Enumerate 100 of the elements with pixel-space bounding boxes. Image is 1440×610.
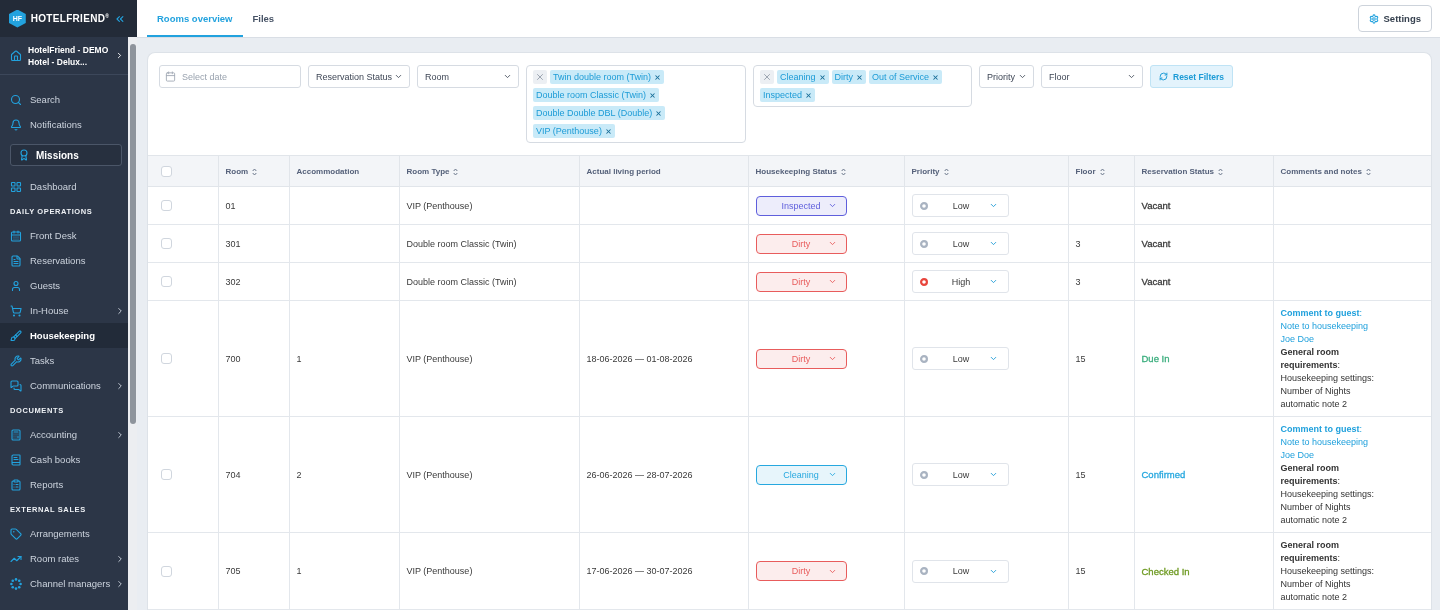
table-cell: VIP (Penthouse)	[399, 186, 579, 225]
chevron-down-icon	[827, 470, 837, 479]
column-header[interactable]: Comments and notes	[1280, 167, 1371, 176]
table-cell: 704	[218, 416, 289, 533]
chevron-right-icon	[115, 305, 125, 316]
table-cell: 15	[1068, 300, 1134, 417]
nav-item[interactable]: In-House	[0, 298, 128, 323]
note-line: Number of Nights	[1280, 578, 1352, 591]
column-header[interactable]: Housekeeping Status	[755, 167, 846, 176]
date-field[interactable]: Select date	[159, 65, 301, 88]
chevron-right-icon	[115, 380, 125, 391]
medal-icon	[18, 149, 30, 161]
remove-icon[interactable]	[805, 91, 813, 99]
nav-item[interactable]: Front Desk	[0, 223, 128, 248]
column-header: Accommodation	[296, 167, 360, 176]
priority-dropdown[interactable]: High	[911, 270, 1009, 293]
nav-item[interactable]: Reports	[0, 472, 128, 497]
tag-icon	[10, 527, 22, 540]
scrollbar-thumb[interactable]	[129, 44, 136, 424]
checkbox[interactable]	[161, 469, 172, 481]
clear-button[interactable]	[533, 70, 547, 84]
chevron-right-icon	[115, 578, 125, 589]
reservation-status: Vacant	[1141, 238, 1171, 249]
brush-icon	[10, 329, 22, 342]
close-icon	[762, 72, 772, 82]
document-icon	[10, 254, 22, 267]
table-cell: 17-06-2026 — 30-07-2026	[579, 532, 748, 610]
remove-icon[interactable]	[604, 127, 612, 135]
chevron-down-icon	[988, 277, 998, 286]
logo-text: HOTELFRIEND$^{®}$	[30, 12, 110, 25]
tab[interactable]: Files	[242, 0, 285, 37]
nav-item[interactable]: Guests	[0, 273, 128, 298]
table-cell: Double room Classic (Twin)	[399, 262, 579, 301]
nav-item[interactable]: Accounting	[0, 422, 128, 447]
sort-icon[interactable]	[252, 167, 258, 176]
column-header[interactable]: Floor	[1075, 167, 1105, 176]
tag-label: Dirty	[834, 72, 854, 82]
checkbox[interactable]	[161, 565, 172, 577]
column-header[interactable]: Room	[225, 167, 258, 176]
sort-icon[interactable]	[943, 167, 949, 176]
note-heading: Comment to guest:	[1280, 307, 1364, 320]
tag-label: VIP (Penthouse)	[536, 126, 602, 136]
priority-dropdown[interactable]: Low	[911, 194, 1009, 217]
remove-icon[interactable]	[655, 109, 663, 117]
refresh-icon	[1159, 72, 1168, 81]
priority-dropdown[interactable]: Low	[911, 463, 1009, 486]
nav-item[interactable]: Notifications	[0, 112, 128, 137]
calculator-icon	[10, 428, 22, 441]
book-icon	[10, 453, 22, 466]
sort-icon[interactable]	[453, 167, 459, 176]
column-header[interactable]: Room Type	[406, 167, 459, 176]
sort-icon[interactable]	[1217, 167, 1223, 176]
clipboard-icon	[10, 478, 22, 491]
status-dropdown[interactable]: Inspected	[755, 195, 847, 216]
remove-icon[interactable]	[649, 91, 657, 99]
note-line: Joe Doe	[1280, 333, 1316, 346]
column-header: Actual living period	[586, 167, 661, 176]
tag-label: Twin double room (Twin)	[553, 72, 652, 82]
nav-item[interactable]: Missions	[10, 144, 122, 166]
note-line: Note to housekeeping	[1280, 320, 1370, 333]
nav-item[interactable]: Cash books	[0, 447, 128, 472]
nav-item[interactable]: Housekeeping	[0, 323, 128, 348]
nav-item[interactable]: Room rates	[0, 546, 128, 571]
checkbox[interactable]	[161, 165, 172, 177]
table-cell: 15	[1068, 532, 1134, 610]
column-header[interactable]: Reservation Status	[1141, 167, 1223, 176]
chevron-down-icon	[988, 354, 998, 363]
priority-dropdown[interactable]: Low	[911, 347, 1009, 370]
sort-icon[interactable]	[1099, 167, 1105, 176]
nav-item[interactable]: Tasks	[0, 348, 128, 373]
chevron-down-icon	[827, 239, 837, 248]
nav-item[interactable]: Arrangements	[0, 521, 128, 546]
column-header[interactable]: Priority	[911, 167, 949, 176]
checkbox[interactable]	[161, 276, 172, 288]
table-cell: 1	[289, 532, 399, 610]
priority-dropdown[interactable]: Low	[911, 559, 1009, 583]
dropdown[interactable]: Reservation Status	[308, 65, 410, 88]
remove-icon[interactable]	[654, 73, 662, 81]
chat-icon	[10, 379, 22, 392]
remove-icon[interactable]	[856, 73, 864, 81]
dropdown[interactable]: Priority	[979, 65, 1034, 88]
clear-button[interactable]	[760, 70, 774, 84]
remove-icon[interactable]	[818, 73, 826, 81]
nav-item[interactable]: Communications	[0, 373, 128, 398]
table-cell: 3	[1068, 262, 1134, 301]
checkbox[interactable]	[161, 238, 172, 250]
dropdown[interactable]: Floor	[1041, 65, 1143, 88]
nav-item[interactable]: Search	[0, 87, 128, 112]
nav-item[interactable]: Dashboard	[0, 174, 128, 199]
note-line: automatic note 2	[1280, 591, 1349, 604]
dropdown[interactable]: Room	[417, 65, 519, 88]
checkbox[interactable]	[161, 353, 172, 365]
remove-icon[interactable]	[932, 73, 940, 81]
nav-item[interactable]: Reservations	[0, 248, 128, 273]
nav-item[interactable]: Channel managers	[0, 571, 128, 596]
settings-button[interactable]: Settings	[1357, 5, 1432, 32]
sort-icon[interactable]	[1365, 167, 1371, 176]
sort-icon[interactable]	[840, 167, 846, 176]
priority-dropdown[interactable]: Low	[911, 232, 1009, 255]
checkbox[interactable]	[161, 200, 172, 212]
